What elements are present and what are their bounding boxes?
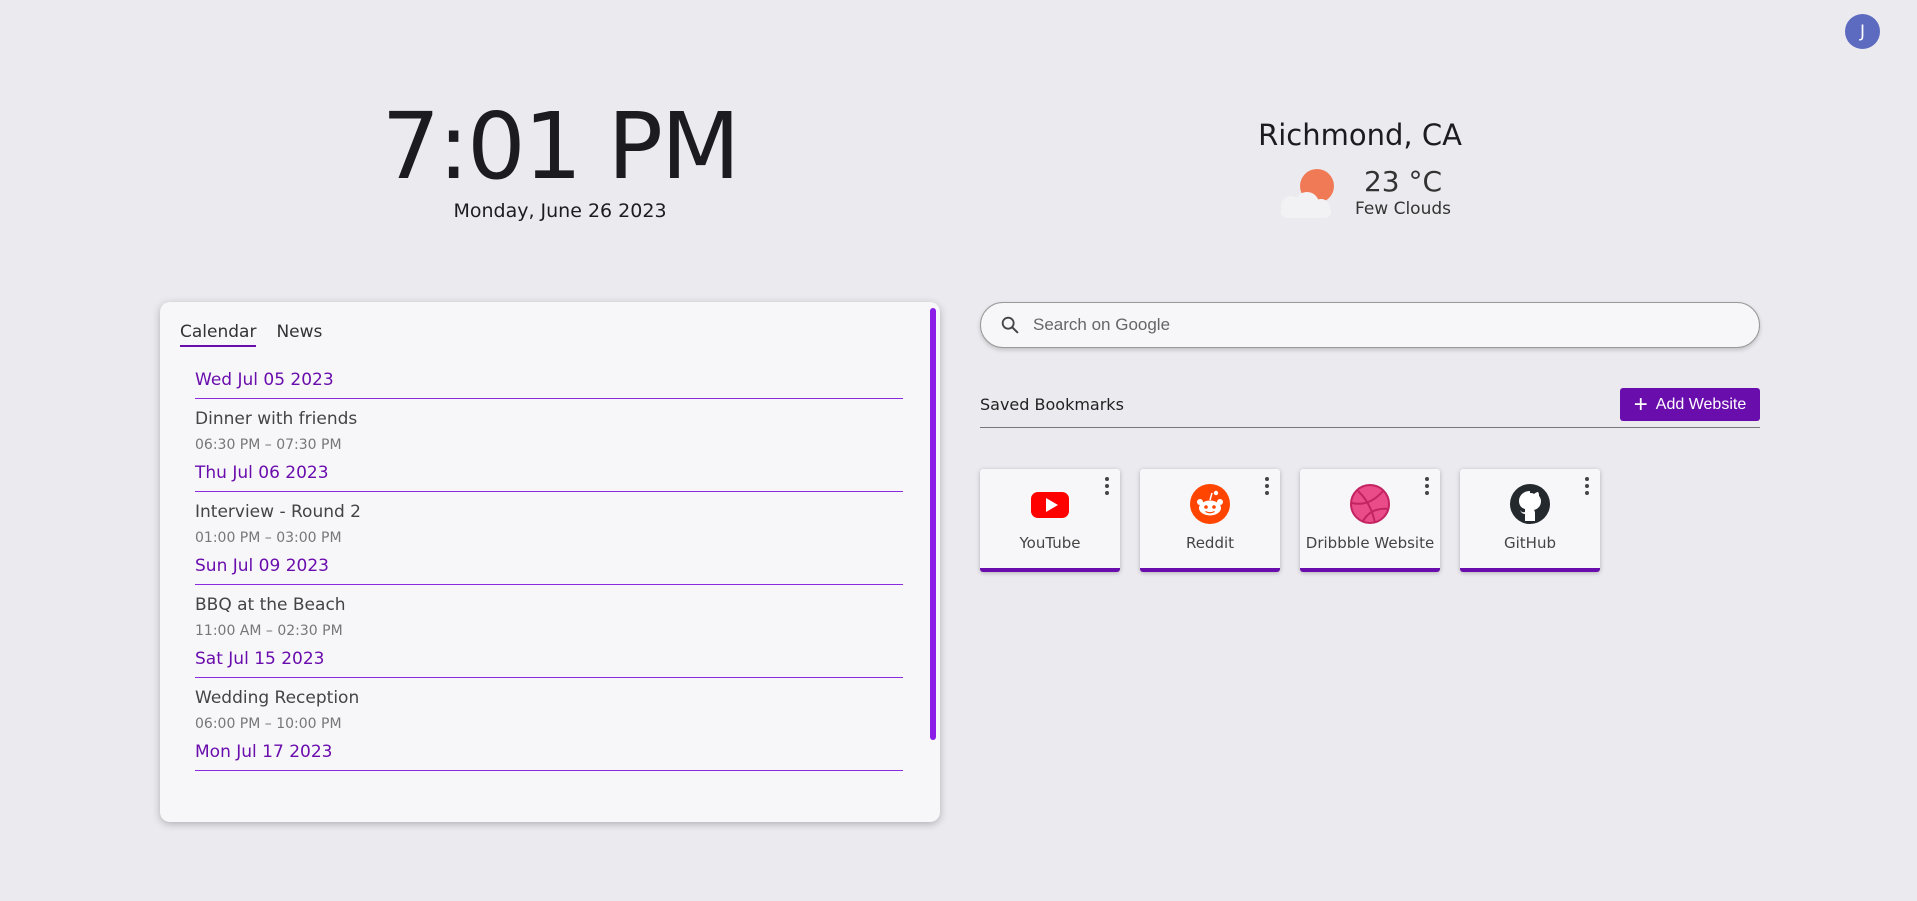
panel-tabs: Calendar News bbox=[180, 322, 322, 347]
search-bar[interactable] bbox=[980, 302, 1760, 348]
bookmark-list: YouTube Reddit Dribbble Website GitHub bbox=[980, 469, 1600, 572]
weather-description: Few Clouds bbox=[1354, 199, 1452, 219]
new-tab-page: J 7:01 PM Monday, June 26 2023 Richmond,… bbox=[0, 0, 1917, 901]
more-vert-icon[interactable] bbox=[1584, 477, 1590, 495]
day-header: Wed Jul 05 2023 bbox=[195, 370, 903, 399]
event-time: 01:00 PM – 03:00 PM bbox=[195, 530, 342, 546]
add-website-label: Add Website bbox=[1655, 395, 1747, 413]
day-header: Sun Jul 09 2023 bbox=[195, 556, 903, 585]
weather-temperature: 23 °C bbox=[1363, 165, 1443, 198]
more-vert-icon[interactable] bbox=[1424, 477, 1430, 495]
bookmark-card-youtube[interactable]: YouTube bbox=[980, 469, 1120, 572]
event-time: 11:00 AM – 02:30 PM bbox=[195, 623, 343, 639]
weather-city: Richmond, CA bbox=[1258, 118, 1462, 152]
bookmark-label: YouTube bbox=[1019, 534, 1081, 552]
more-vert-icon[interactable] bbox=[1104, 477, 1110, 495]
event-title[interactable]: Wedding Reception bbox=[195, 688, 903, 711]
day-header: Thu Jul 06 2023 bbox=[195, 463, 903, 492]
more-vert-icon[interactable] bbox=[1264, 477, 1270, 495]
day-header: Mon Jul 17 2023 bbox=[195, 742, 903, 771]
event-title[interactable]: Dinner with friends bbox=[195, 409, 903, 432]
github-icon bbox=[1510, 484, 1550, 524]
bookmark-label: Reddit bbox=[1185, 534, 1235, 552]
bookmark-card-reddit[interactable]: Reddit bbox=[1140, 469, 1280, 572]
event-time: 06:00 PM – 10:00 PM bbox=[195, 716, 342, 732]
bookmarks-header: Saved Bookmarks + Add Website bbox=[980, 388, 1760, 428]
dribbble-icon bbox=[1350, 484, 1390, 524]
search-icon bbox=[1001, 316, 1019, 334]
clock-date: Monday, June 26 2023 bbox=[453, 200, 667, 222]
calendar-panel: Calendar News Wed Jul 05 2023 Dinner wit… bbox=[160, 302, 940, 822]
event-title[interactable]: Interview - Round 2 bbox=[195, 502, 903, 525]
weather-widget: Richmond, CA 23 °C Few Clouds bbox=[1180, 118, 1540, 220]
bookmark-label: Dribbble Website bbox=[1305, 534, 1435, 552]
partly-cloudy-icon bbox=[1280, 169, 1334, 218]
bookmark-card-github[interactable]: GitHub bbox=[1460, 469, 1600, 572]
clock-widget: 7:01 PM Monday, June 26 2023 bbox=[370, 92, 750, 222]
plus-icon: + bbox=[1633, 390, 1648, 418]
event-title[interactable]: BBQ at the Beach bbox=[195, 595, 903, 618]
bookmark-label: GitHub bbox=[1504, 534, 1556, 552]
day-header: Sat Jul 15 2023 bbox=[195, 649, 903, 678]
tab-calendar[interactable]: Calendar bbox=[180, 322, 257, 347]
tab-news[interactable]: News bbox=[276, 322, 322, 347]
youtube-icon bbox=[1031, 492, 1069, 518]
panel-scrollbar[interactable] bbox=[930, 308, 936, 740]
reddit-icon bbox=[1190, 484, 1230, 524]
add-website-button[interactable]: + Add Website bbox=[1620, 388, 1760, 421]
clock-time: 7:01 PM bbox=[381, 93, 741, 200]
event-list: Wed Jul 05 2023 Dinner with friends 06:3… bbox=[195, 370, 903, 781]
search-input[interactable] bbox=[1033, 315, 1713, 335]
user-avatar[interactable]: J bbox=[1845, 14, 1880, 49]
bookmarks-title: Saved Bookmarks bbox=[980, 395, 1124, 414]
event-time: 06:30 PM – 07:30 PM bbox=[195, 437, 342, 453]
bookmark-card-dribbble[interactable]: Dribbble Website bbox=[1300, 469, 1440, 572]
